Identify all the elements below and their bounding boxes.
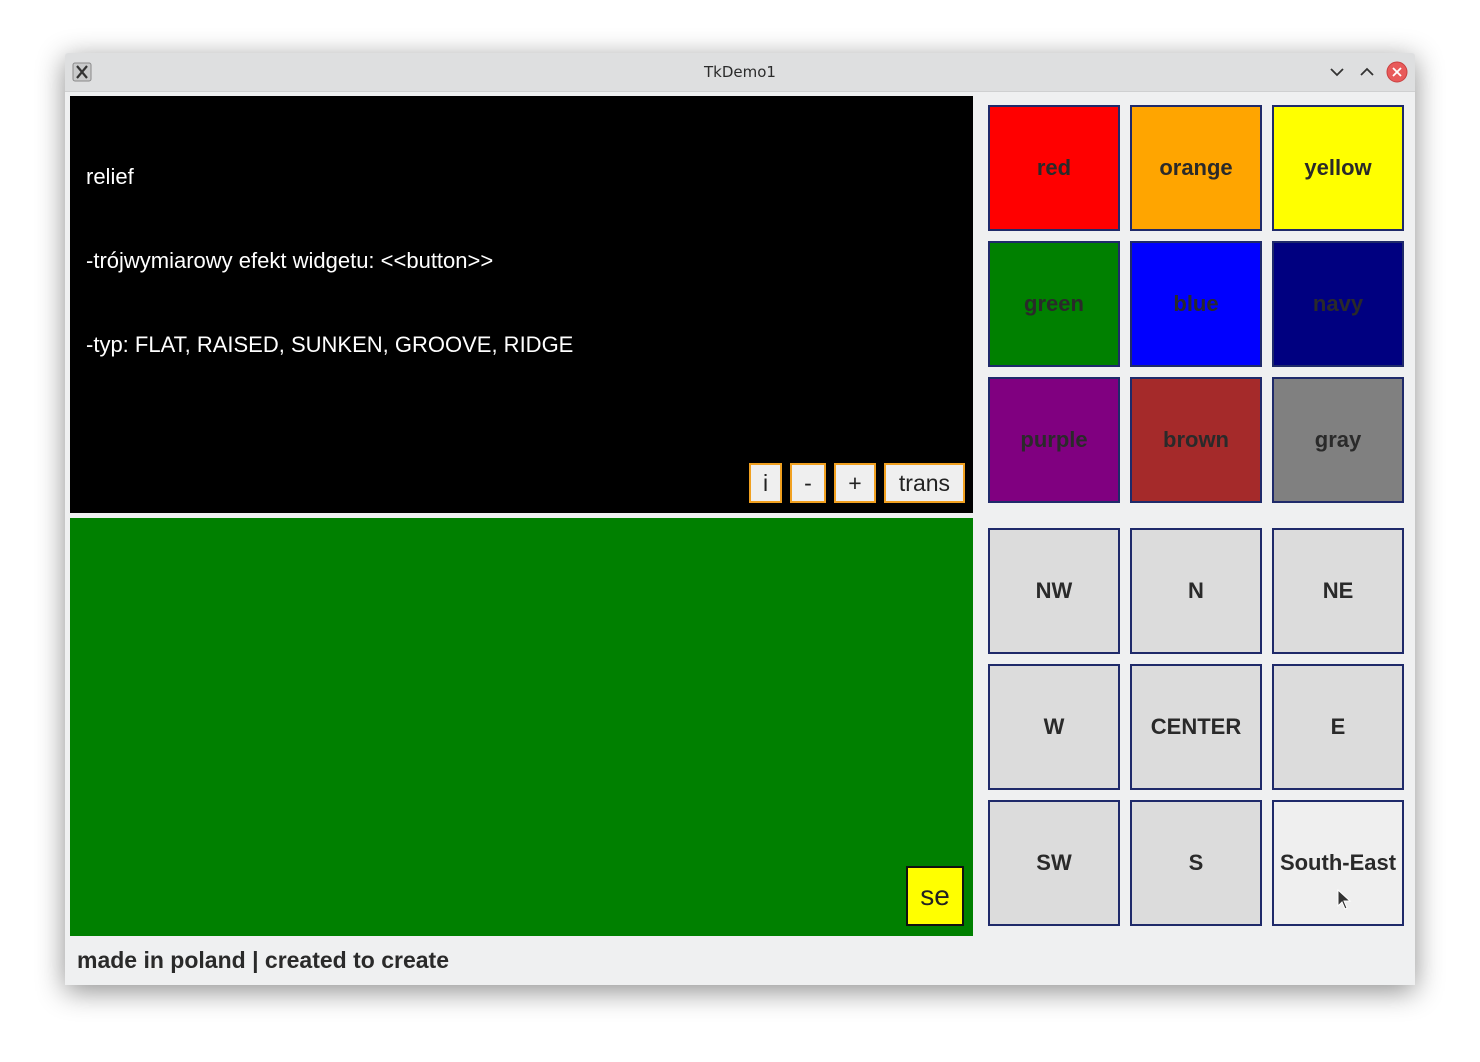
window-title: TkDemo1 xyxy=(704,63,776,81)
text-line: -trójwymiarowy efekt widgetu: <<button>> xyxy=(86,248,494,273)
increase-button[interactable]: + xyxy=(834,463,876,503)
green-panel: se xyxy=(70,518,973,936)
anchor-button-e[interactable]: E xyxy=(1272,664,1404,790)
close-icon[interactable] xyxy=(1386,61,1408,83)
mouse-cursor-icon xyxy=(1337,889,1352,910)
decrease-button[interactable]: - xyxy=(790,463,826,503)
info-button[interactable]: i xyxy=(749,463,782,503)
color-button-yellow[interactable]: yellow xyxy=(1272,105,1404,231)
color-button-gray[interactable]: gray xyxy=(1272,377,1404,503)
text-line: relief xyxy=(86,164,134,189)
color-button-navy[interactable]: navy xyxy=(1272,241,1404,367)
anchor-button-sw[interactable]: SW xyxy=(988,800,1120,926)
text-line: -typ: FLAT, RAISED, SUNKEN, GROOVE, RIDG… xyxy=(86,332,574,357)
maximize-icon[interactable] xyxy=(1356,61,1378,83)
text-content: relief -trójwymiarowy efekt widgetu: <<b… xyxy=(86,107,573,415)
anchor-button-nw[interactable]: NW xyxy=(988,528,1120,654)
anchor-button-center[interactable]: CENTER xyxy=(1130,664,1262,790)
minimize-icon[interactable] xyxy=(1326,61,1348,83)
anchor-button-ne[interactable]: NE xyxy=(1272,528,1404,654)
trans-button[interactable]: trans xyxy=(884,463,965,503)
anchor-button-s[interactable]: S xyxy=(1130,800,1262,926)
color-button-blue[interactable]: blue xyxy=(1130,241,1262,367)
text-panel[interactable]: relief -trójwymiarowy efekt widgetu: <<b… xyxy=(70,96,973,513)
color-button-brown[interactable]: brown xyxy=(1130,377,1262,503)
anchor-button-n[interactable]: N xyxy=(1130,528,1262,654)
anchor-button-w[interactable]: W xyxy=(988,664,1120,790)
color-button-purple[interactable]: purple xyxy=(988,377,1120,503)
status-text: made in poland | created to create xyxy=(77,947,449,973)
title-bar[interactable]: TkDemo1 xyxy=(65,53,1415,92)
se-button[interactable]: se xyxy=(906,866,964,926)
color-button-red[interactable]: red xyxy=(988,105,1120,231)
color-button-orange[interactable]: orange xyxy=(1130,105,1262,231)
app-window: TkDemo1 relief -trójwymiarowy efekt widg… xyxy=(65,53,1415,985)
color-button-green[interactable]: green xyxy=(988,241,1120,367)
